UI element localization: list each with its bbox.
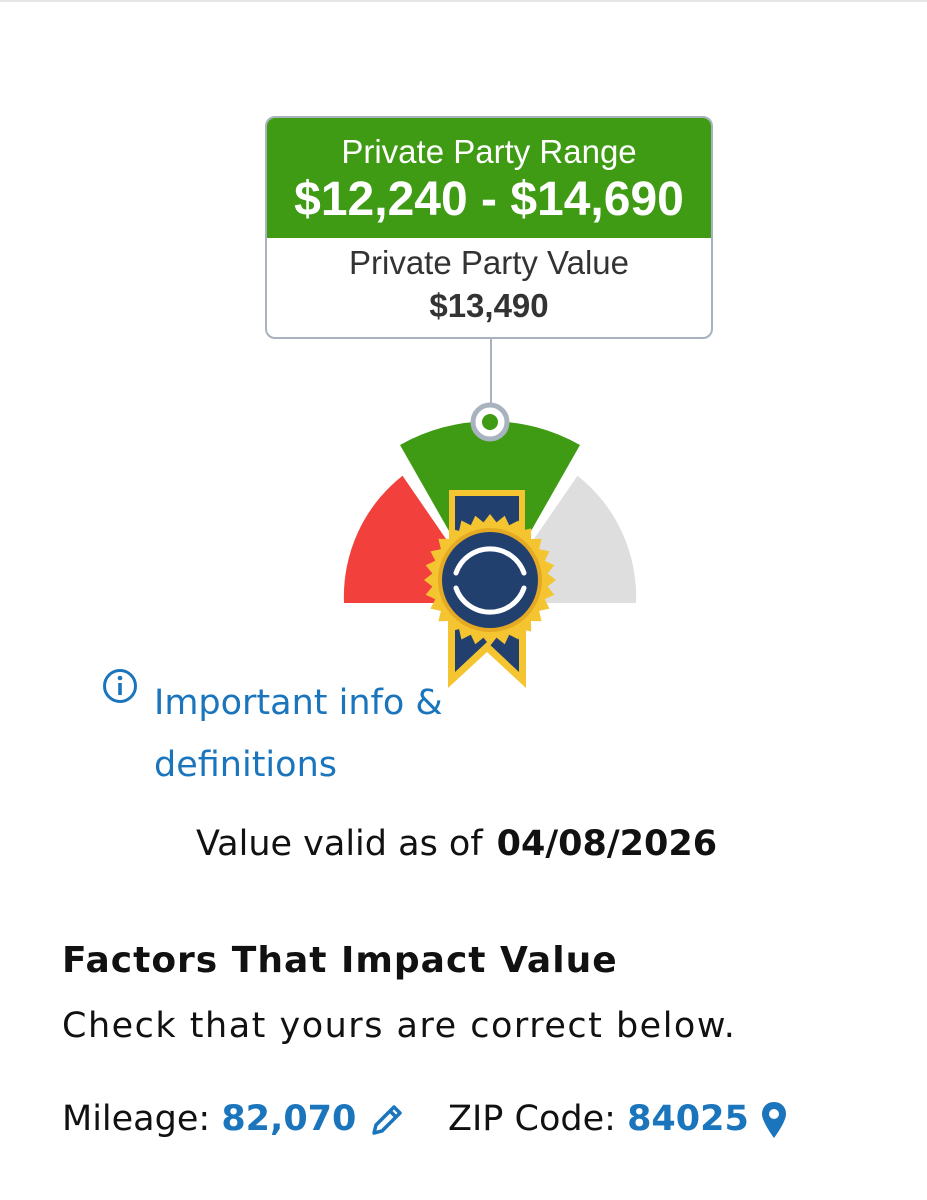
price-range-callout: Private Party Range $12,240 - $14,690 Pr… [265, 116, 713, 339]
mileage-label: Mileage: [62, 1099, 211, 1139]
zip-value[interactable]: 84025 [627, 1099, 749, 1139]
value-valid-date: Value valid as of 04/08/2026 [0, 822, 913, 866]
factors-subtitle: Check that yours are correct below. [62, 1006, 737, 1046]
value-amount: $13,490 [429, 287, 549, 324]
info-circle-icon [103, 669, 137, 703]
factors-title: Factors That Impact Value [62, 940, 618, 981]
map-pin-icon[interactable] [760, 1100, 788, 1140]
mileage-factor[interactable]: Mileage: 82,070 [62, 1096, 406, 1142]
pencil-icon[interactable] [368, 1101, 406, 1139]
range-label: Private Party Range [341, 133, 637, 170]
top-divider [0, 0, 927, 2]
mileage-value[interactable]: 82,070 [221, 1099, 356, 1139]
valid-date: 04/08/2026 [496, 824, 718, 864]
zip-factor[interactable]: ZIP Code: 84025 [448, 1096, 788, 1142]
price-value-section: Private Party Value $13,490 [267, 238, 711, 324]
factors-row: Mileage: 82,070 ZIP Code: 84025 [62, 1096, 786, 1142]
value-gauge [343, 402, 637, 688]
gauge-pointer-dot [482, 414, 498, 430]
valid-prefix: Value valid as of [195, 824, 483, 864]
value-label: Private Party Value [348, 244, 630, 281]
zip-label: ZIP Code: [448, 1099, 616, 1139]
price-range-header: Private Party Range $12,240 - $14,690 [267, 118, 711, 238]
callout-connector-line [490, 339, 492, 409]
important-info-label[interactable]: Important info & definitions [154, 672, 474, 796]
range-value: $12,240 - $14,690 [294, 173, 684, 226]
